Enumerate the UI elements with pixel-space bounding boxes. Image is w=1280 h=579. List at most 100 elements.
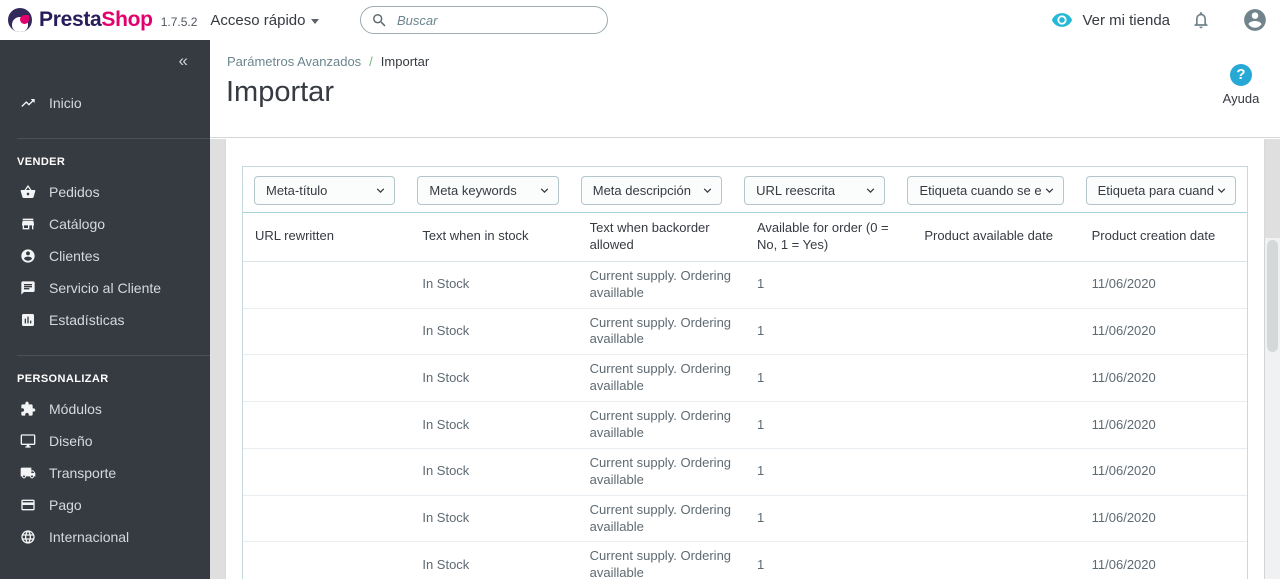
table-row: In Stock Current supply. Ordering availl…	[243, 448, 1247, 496]
sidebar-collapse-button[interactable]: «	[0, 40, 210, 69]
cell-available-for-order: 1	[744, 261, 913, 309]
chevron-down-icon	[1217, 188, 1226, 193]
cell-available-for-order: 1	[756, 556, 765, 572]
help-button[interactable]: ? Ayuda	[1215, 64, 1267, 106]
cell-url-rewritten	[243, 542, 410, 579]
sidebar-item-modulos[interactable]: Módulos	[0, 393, 210, 425]
table-row: In Stock Current supply. Ordering availl…	[243, 542, 1247, 579]
breadcrumb-parent-link[interactable]: Parámetros Avanzados	[227, 54, 361, 69]
cell-text-backorder: Current supply. Ordering availlable	[577, 308, 745, 356]
sidebar-item-servicio-al-cliente[interactable]: Servicio al Cliente	[0, 272, 210, 304]
select-cell: Meta-título	[243, 176, 406, 205]
select-value: Etiqueta para cuand	[1097, 183, 1214, 198]
select-value: Meta-título	[266, 183, 328, 198]
sidebar-item-label: Pago	[49, 497, 82, 513]
cell-creation-date: 11/06/2020	[1091, 556, 1156, 572]
quick-access-dropdown[interactable]: Acceso rápido	[210, 11, 320, 29]
scrollbar[interactable]	[1264, 238, 1280, 579]
cell-text-backorder: Current supply. Ordering availlable	[577, 495, 745, 543]
sidebar-item-estadisticas[interactable]: Estadísticas	[0, 304, 210, 336]
sidebar-item-transporte[interactable]: Transporte	[0, 457, 210, 489]
eye-icon	[1052, 13, 1073, 27]
col-header-available-for-order: Available for order (0 = No, 1 = Yes)	[744, 213, 913, 262]
cell-text-in-stock: In Stock	[410, 308, 578, 356]
content-area: Meta-título Meta keywords Meta descripci…	[210, 139, 1280, 579]
cell-creation-date: 11/06/2020	[1079, 308, 1247, 356]
monitor-icon	[20, 434, 36, 448]
sidebar-item-clientes[interactable]: Clientes	[0, 240, 210, 272]
column-type-select[interactable]: Etiqueta para cuand	[1085, 176, 1236, 205]
sidebar-item-label: Pedidos	[49, 184, 100, 200]
sidebar-section-personalizar: PERSONALIZAR	[17, 373, 109, 385]
col-header-url-rewritten: URL rewritten	[243, 213, 411, 262]
cell-url-rewritten	[243, 401, 411, 449]
import-matches-card: Meta-título Meta keywords Meta descripci…	[226, 139, 1264, 579]
sidebar-item-internacional[interactable]: Internacional	[0, 521, 210, 553]
wordmark-presta: Presta	[39, 8, 102, 31]
sidebar-item-pago[interactable]: Pago	[0, 489, 210, 521]
main-content: Parámetros Avanzados / Importar Importar ?…	[210, 40, 1280, 579]
scrollbar-thumb[interactable]	[1267, 240, 1278, 352]
sidebar-item-diseno[interactable]: Diseño	[0, 425, 210, 457]
question-circle-icon: ?	[1230, 64, 1252, 86]
user-menu-button[interactable]	[1242, 7, 1268, 33]
select-value: Meta keywords	[429, 183, 517, 198]
prestashop-logo[interactable]: PrestaShop 1.7.5.2	[0, 8, 197, 32]
column-type-select[interactable]: Meta keywords	[417, 176, 559, 205]
data-table: URL rewritten Text when in stock Text wh…	[243, 213, 1247, 579]
table-header-row: URL rewritten Text when in stock Text wh…	[243, 213, 1247, 262]
column-type-select[interactable]: Etiqueta cuando se e	[907, 176, 1064, 205]
cell-available-for-order: 1	[744, 495, 913, 543]
cell-available-for-order: 1	[744, 308, 913, 356]
cell-creation-date: 11/06/2020	[1079, 401, 1247, 449]
column-type-select[interactable]: URL reescrita	[744, 176, 886, 205]
sidebar-item-label: Catálogo	[49, 216, 106, 232]
cell-available-date	[912, 495, 1080, 543]
select-cell: Meta descripción	[570, 176, 733, 205]
notifications-button[interactable]	[1191, 10, 1211, 31]
cell-available-date	[912, 448, 1080, 496]
sidebar-item-label: Diseño	[49, 433, 93, 449]
chevron-down-icon	[703, 188, 712, 193]
sidebar-item-inicio[interactable]: Inicio	[0, 87, 210, 119]
select-value: Meta descripción	[592, 183, 692, 198]
header-actions: Ver mi tienda	[1051, 0, 1268, 40]
column-type-select[interactable]: Meta-título	[254, 176, 396, 205]
cell-text-backorder: Current supply. Ordering availlable	[577, 401, 745, 449]
select-cell: URL reescrita	[733, 176, 896, 205]
cell-text-backorder: Current supply. Ordering availlable	[577, 261, 745, 309]
select-value: Etiqueta cuando se e	[919, 183, 1042, 198]
cell-url-rewritten	[243, 308, 411, 356]
prestashop-mascot-icon	[8, 8, 32, 32]
chevron-down-icon	[867, 188, 875, 193]
cell-available-date	[912, 542, 1079, 579]
table-head: URL rewritten Text when in stock Text wh…	[243, 213, 1247, 262]
search-input[interactable]	[397, 12, 597, 28]
col-header-text-backorder: Text when backorder allowed	[577, 213, 745, 262]
search-box[interactable]	[360, 6, 608, 34]
column-type-select[interactable]: Meta descripción	[580, 176, 723, 205]
cell-creation-date: 11/06/2020	[1079, 448, 1247, 496]
sidebar-item-pedidos[interactable]: Pedidos	[0, 176, 210, 208]
cell-available-date	[912, 354, 1080, 403]
table-row: In Stock Current supply. Ordering availl…	[243, 401, 1247, 449]
quick-access-label: Acceso rápido	[210, 11, 306, 29]
sidebar-item-catalogo[interactable]: Catálogo	[0, 208, 210, 240]
user-avatar-icon	[1244, 9, 1266, 31]
select-cell: Etiqueta cuando se e	[896, 176, 1074, 205]
select-value: URL reescrita	[756, 183, 836, 198]
sidebar-item-label: Estadísticas	[49, 312, 125, 328]
version-label: 1.7.5.2	[160, 14, 198, 29]
cell-url-rewritten	[243, 354, 411, 403]
import-matches-table: Meta-título Meta keywords Meta descripci…	[242, 166, 1248, 579]
person-circle-icon	[21, 249, 35, 263]
cell-url-rewritten	[243, 495, 411, 543]
view-shop-link[interactable]: Ver mi tienda	[1051, 9, 1170, 31]
caret-down-icon	[311, 18, 320, 24]
cell-text-in-stock: In Stock	[410, 261, 578, 309]
page-title: Importar	[226, 76, 334, 108]
cell-available-date	[912, 401, 1080, 449]
bar-chart-icon	[22, 314, 34, 326]
table-row: In Stock Current supply. Ordering availl…	[243, 308, 1247, 356]
page-header: Parámetros Avanzados / Importar Importar ?…	[210, 40, 1280, 138]
